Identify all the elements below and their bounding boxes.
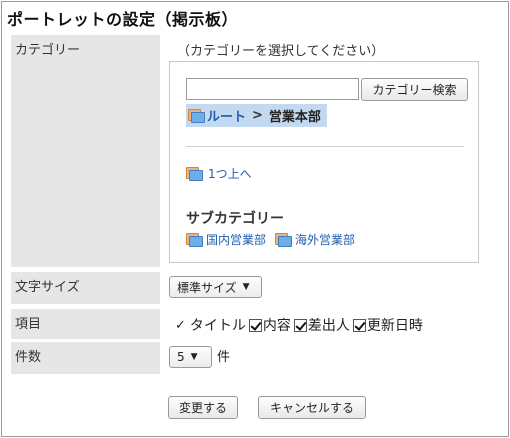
breadcrumb-separator: > bbox=[252, 108, 263, 123]
dropdown-arrow-icon: ▼ bbox=[242, 282, 250, 292]
content-checkbox[interactable]: 内容 bbox=[248, 315, 291, 335]
breadcrumb-current: 営業本部 bbox=[268, 110, 321, 125]
checkbox-checked-icon bbox=[248, 318, 262, 332]
change-button[interactable]: 変更する bbox=[168, 396, 238, 419]
folder-icon bbox=[275, 232, 293, 247]
count-selected: 5 bbox=[177, 350, 185, 364]
checkbox-label: 差出人 bbox=[307, 318, 350, 334]
font-size-label: 文字サイズ bbox=[11, 272, 160, 304]
category-value: （カテゴリーを選択してください） カテゴリー検索 ルート > 営業本部 1つ上へ… bbox=[169, 35, 503, 267]
up-one-level-link[interactable]: 1つ上へ bbox=[186, 165, 252, 182]
count-label: 件数 bbox=[11, 342, 160, 374]
subcategory-link[interactable]: 国内営業部 bbox=[186, 231, 266, 248]
checkbox-label: 更新日時 bbox=[366, 318, 423, 334]
sender-checkbox[interactable]: 差出人 bbox=[293, 315, 350, 335]
checkbox-label: 内容 bbox=[262, 318, 291, 334]
settings-panel: ポートレットの設定（掲示板） カテゴリー （カテゴリーを選択してください） カテ… bbox=[1, 1, 509, 437]
subcategory-label: 海外営業部 bbox=[295, 233, 356, 247]
count-unit: 件 bbox=[217, 350, 231, 365]
up-one-level-label: 1つ上へ bbox=[208, 167, 252, 181]
folder-icon bbox=[188, 108, 205, 123]
font-size-selected: 標準サイズ bbox=[177, 280, 237, 295]
breadcrumb-root-link[interactable]: ルート bbox=[207, 106, 246, 125]
divider bbox=[186, 146, 464, 147]
fields-value: ✓ タイトル 内容 差出人 更新日時 bbox=[169, 309, 503, 339]
font-size-row: 文字サイズ 標準サイズ ▼ bbox=[11, 272, 503, 304]
breadcrumb: ルート > 営業本部 bbox=[186, 104, 327, 127]
checkbox-checked-icon bbox=[293, 318, 307, 332]
fields-options: ✓ タイトル 内容 差出人 更新日時 bbox=[175, 315, 426, 335]
cancel-button[interactable]: キャンセルする bbox=[258, 396, 366, 419]
category-selector: カテゴリー検索 ルート > 営業本部 1つ上へ サブカテゴリー 国内営業部 海外… bbox=[169, 61, 479, 263]
title-item: タイトル bbox=[189, 318, 246, 334]
folder-icon bbox=[186, 166, 203, 181]
page-title: ポートレットの設定（掲示板） bbox=[7, 10, 239, 29]
category-search-button[interactable]: カテゴリー検索 bbox=[361, 78, 468, 101]
fields-label: 項目 bbox=[11, 309, 160, 339]
subcategory-link[interactable]: 海外営業部 bbox=[275, 231, 355, 248]
checkmark-icon: ✓ bbox=[175, 317, 186, 333]
subcategory-list: 国内営業部 海外営業部 bbox=[186, 231, 364, 248]
category-row: カテゴリー （カテゴリーを選択してください） カテゴリー検索 ルート > 営業本… bbox=[11, 35, 503, 267]
subcategory-label: 国内営業部 bbox=[206, 233, 267, 247]
category-label: カテゴリー bbox=[11, 35, 160, 267]
updated-date-checkbox[interactable]: 更新日時 bbox=[352, 315, 423, 335]
category-hint: （カテゴリーを選択してください） bbox=[177, 44, 385, 59]
fields-row: 項目 ✓ タイトル 内容 差出人 更新日時 bbox=[11, 309, 503, 339]
category-search-input[interactable] bbox=[186, 78, 359, 100]
count-row: 件数 5 ▼ 件 bbox=[11, 342, 503, 374]
checkbox-checked-icon bbox=[352, 318, 366, 332]
subcategory-title: サブカテゴリー bbox=[186, 211, 284, 227]
folder-icon bbox=[186, 232, 203, 247]
count-select[interactable]: 5 ▼ bbox=[169, 346, 212, 368]
dropdown-arrow-icon: ▼ bbox=[190, 352, 198, 362]
font-size-select[interactable]: 標準サイズ ▼ bbox=[169, 276, 262, 298]
count-value: 5 ▼ 件 bbox=[169, 342, 503, 374]
font-size-value: 標準サイズ ▼ bbox=[169, 272, 503, 304]
